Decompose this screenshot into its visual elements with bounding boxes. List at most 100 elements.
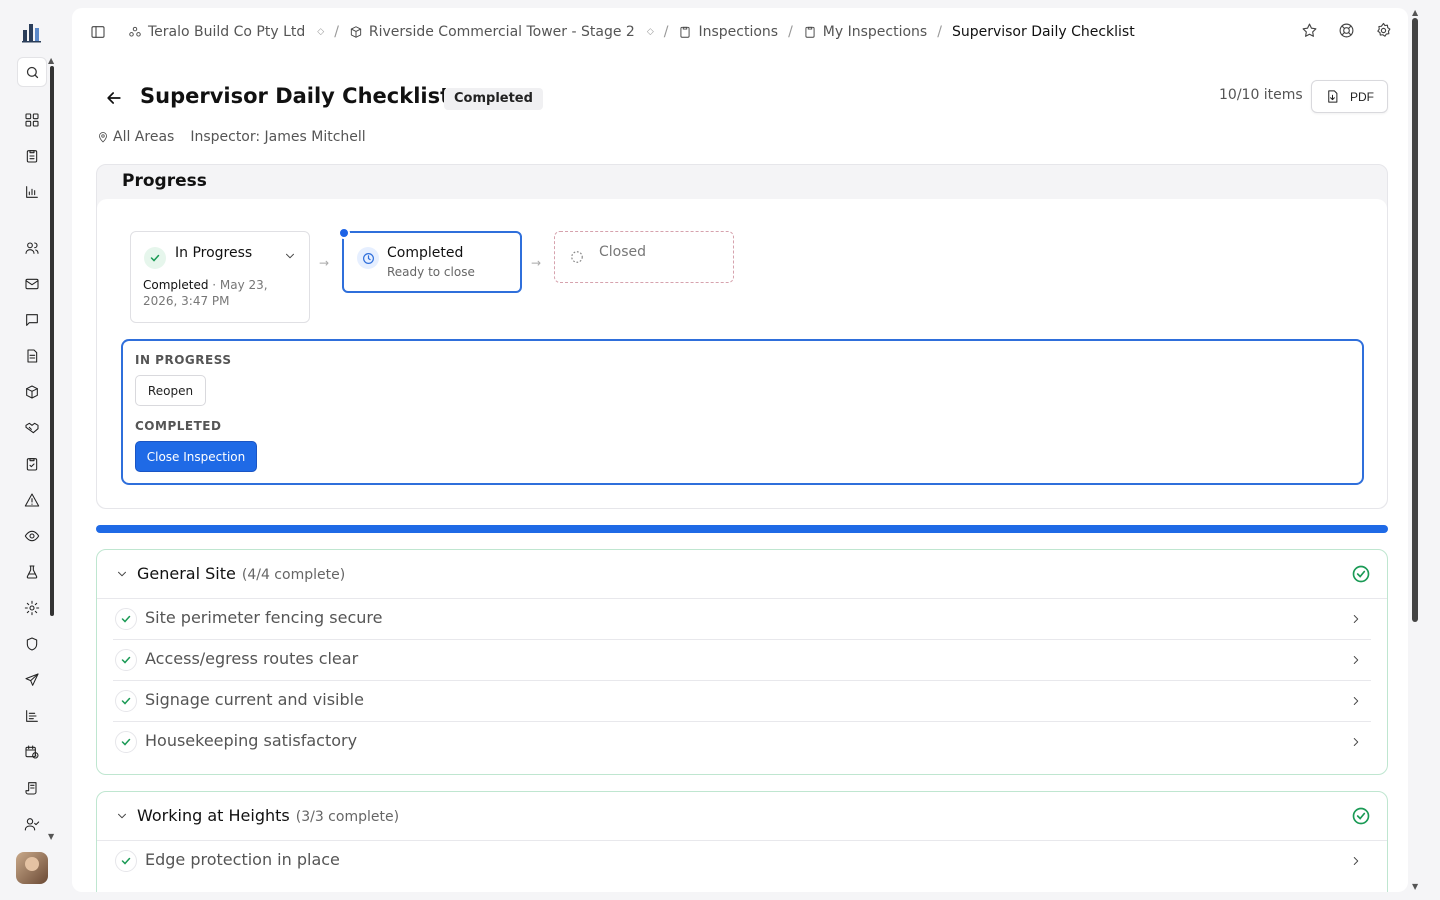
chevron-right-icon[interactable] bbox=[1349, 653, 1363, 667]
dashboard-icon[interactable] bbox=[22, 110, 42, 130]
progress-card: Progress In Progress Completed · May 23,… bbox=[96, 164, 1388, 509]
section-header[interactable]: Working at Heights (3/3 complete) bbox=[97, 792, 1387, 841]
report-chart-icon[interactable] bbox=[22, 706, 42, 726]
inspection-meta: All Areas Inspector: James Mitchell bbox=[97, 129, 366, 145]
list-item[interactable]: Housekeeping satisfactory bbox=[113, 722, 1371, 763]
scroll-down-icon[interactable]: ▼ bbox=[48, 832, 54, 841]
breadcrumb: Teralo Build Co Pty Ltd ◇ / Riverside Co… bbox=[128, 24, 1135, 40]
settings-icon[interactable] bbox=[1375, 22, 1392, 39]
scroll-icon[interactable] bbox=[22, 778, 42, 798]
user-check-icon[interactable] bbox=[22, 814, 42, 834]
checklist-icon[interactable] bbox=[22, 454, 42, 474]
back-arrow-icon[interactable] bbox=[104, 88, 124, 108]
calendar-clock-icon[interactable] bbox=[22, 742, 42, 762]
left-rail: ▲ ▼ bbox=[0, 0, 64, 900]
rail-scrollbar[interactable] bbox=[50, 66, 54, 616]
page-scrollbar[interactable] bbox=[1412, 18, 1418, 622]
breadcrumb-project[interactable]: Riverside Commercial Tower - Stage 2 ◇ bbox=[349, 24, 654, 40]
current-step-dot bbox=[338, 227, 350, 239]
check-circle-icon bbox=[1351, 564, 1371, 588]
avatar[interactable] bbox=[16, 852, 48, 884]
search-icon[interactable] bbox=[17, 57, 47, 87]
star-icon[interactable] bbox=[1301, 22, 1318, 39]
warning-icon[interactable] bbox=[22, 490, 42, 510]
breadcrumb-current: Supervisor Daily Checklist bbox=[951, 24, 1135, 40]
chevron-updown-icon[interactable]: ◇ bbox=[317, 27, 324, 37]
flask-icon[interactable] bbox=[22, 562, 42, 582]
breadcrumb-label: Teralo Build Co Pty Ltd bbox=[148, 24, 306, 40]
help-icon[interactable] bbox=[1338, 22, 1355, 39]
shield-icon[interactable] bbox=[22, 634, 42, 654]
check-icon bbox=[115, 649, 137, 671]
reopen-button[interactable]: Reopen bbox=[135, 375, 206, 406]
progress-bar bbox=[96, 525, 1388, 533]
close-inspection-button[interactable]: Close Inspection bbox=[135, 441, 257, 472]
document-icon[interactable] bbox=[22, 346, 42, 366]
scroll-down-icon[interactable]: ▼ bbox=[1412, 882, 1418, 891]
chevron-right-icon[interactable] bbox=[1349, 735, 1363, 749]
clipboard-icon bbox=[803, 25, 817, 39]
step-completed[interactable]: Completed Ready to close bbox=[338, 227, 522, 293]
breadcrumb-my-inspections[interactable]: My Inspections bbox=[803, 24, 927, 40]
pdf-label: PDF bbox=[1350, 89, 1374, 104]
breadcrumb-inspections[interactable]: Inspections bbox=[678, 24, 778, 40]
clipboard-icon bbox=[678, 25, 692, 39]
file-download-icon bbox=[1325, 89, 1340, 104]
list-item[interactable]: Edge protection in place bbox=[113, 841, 1371, 882]
transition-actions: IN PROGRESS Reopen COMPLETED Close Inspe… bbox=[121, 339, 1364, 485]
section-title: Working at Heights bbox=[137, 806, 290, 825]
handshake-icon[interactable] bbox=[22, 418, 42, 438]
mail-icon[interactable] bbox=[22, 274, 42, 294]
section-header[interactable]: General Site (4/4 complete) bbox=[97, 550, 1387, 599]
chevron-right-icon[interactable] bbox=[1349, 612, 1363, 626]
eye-icon[interactable] bbox=[22, 526, 42, 546]
step-label: In Progress bbox=[175, 245, 253, 261]
app-logo-icon[interactable] bbox=[20, 20, 44, 44]
chevron-updown-icon[interactable]: ◇ bbox=[647, 27, 654, 37]
project-icon bbox=[349, 25, 363, 39]
chevron-down-icon[interactable] bbox=[115, 809, 129, 823]
section-working-at-heights: Working at Heights (3/3 complete) Edge pr… bbox=[96, 791, 1388, 892]
check-icon bbox=[115, 731, 137, 753]
pdf-button[interactable]: PDF bbox=[1311, 80, 1388, 113]
section-title-wrap: General Site (4/4 complete) bbox=[137, 564, 345, 583]
users-icon[interactable] bbox=[22, 238, 42, 258]
step-in-progress[interactable]: In Progress Completed · May 23, 2026, 3:… bbox=[130, 231, 310, 323]
top-bar: Teralo Build Co Pty Ltd ◇ / Riverside Co… bbox=[72, 8, 1408, 56]
chevron-down-icon[interactable] bbox=[115, 567, 129, 581]
group-heading: COMPLETED bbox=[135, 419, 222, 433]
item-label: Housekeeping satisfactory bbox=[145, 731, 358, 750]
step-detail: Ready to close bbox=[387, 265, 475, 279]
chevron-down-icon[interactable] bbox=[283, 249, 297, 263]
breadcrumb-label: My Inspections bbox=[822, 24, 928, 40]
clipboard-icon[interactable] bbox=[22, 146, 42, 166]
list-item[interactable]: Access/egress routes clear bbox=[113, 640, 1371, 681]
list-item[interactable]: Site perimeter fencing secure bbox=[113, 599, 1371, 640]
step-detail-status: Completed bbox=[143, 278, 209, 292]
section-count: (3/3 complete) bbox=[295, 809, 400, 825]
gear-icon[interactable] bbox=[22, 598, 42, 618]
arrow-right-icon: → bbox=[531, 256, 542, 270]
arrow-right-icon: → bbox=[319, 256, 330, 270]
chat-icon[interactable] bbox=[22, 310, 42, 330]
package-icon[interactable] bbox=[22, 382, 42, 402]
check-icon bbox=[115, 690, 137, 712]
progress-heading: Progress bbox=[122, 171, 207, 191]
breadcrumb-separator: / bbox=[663, 24, 669, 40]
scroll-up-icon[interactable]: ▲ bbox=[1412, 8, 1418, 17]
bar-chart-icon[interactable] bbox=[22, 182, 42, 202]
chevron-right-icon[interactable] bbox=[1349, 694, 1363, 708]
list-item[interactable]: Signage current and visible bbox=[113, 681, 1371, 722]
section-general-site: General Site (4/4 complete) Site perimete… bbox=[96, 549, 1388, 775]
send-icon[interactable] bbox=[22, 670, 42, 690]
chevron-right-icon[interactable] bbox=[1349, 854, 1363, 868]
step-closed[interactable]: Closed bbox=[554, 231, 734, 283]
sidebar-toggle-icon[interactable] bbox=[90, 24, 106, 40]
pending-circle-icon bbox=[570, 249, 584, 268]
scroll-up-icon[interactable]: ▲ bbox=[48, 56, 54, 65]
breadcrumb-organization[interactable]: Teralo Build Co Pty Ltd ◇ bbox=[128, 24, 324, 40]
section-title: General Site bbox=[137, 564, 236, 583]
breadcrumb-separator: / bbox=[334, 24, 339, 40]
inspector-label: Inspector: James Mitchell bbox=[190, 129, 366, 145]
item-label: Site perimeter fencing secure bbox=[145, 608, 383, 627]
